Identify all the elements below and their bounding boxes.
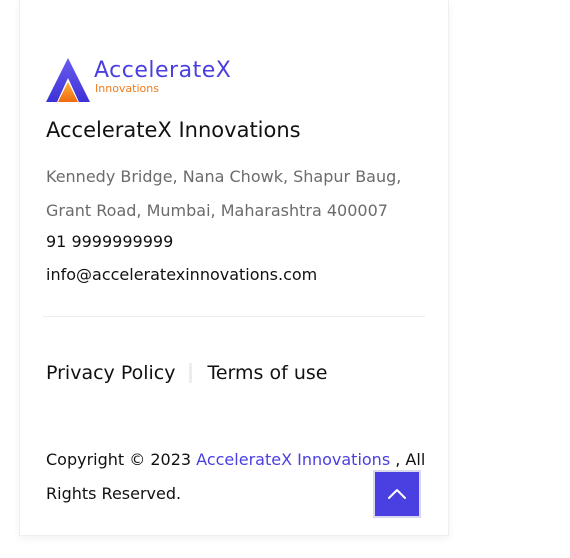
copyright-text: Copyright © 2023 AccelerateX Innovations… xyxy=(46,443,426,511)
copyright-brand-link[interactable]: AccelerateX Innovations xyxy=(196,450,390,469)
scroll-to-top-button[interactable] xyxy=(373,470,421,518)
company-name: AccelerateX Innovations xyxy=(46,118,301,142)
footer-links: Privacy Policy Terms of use xyxy=(46,362,327,384)
logo-wordmark: AccelerateX xyxy=(94,58,232,83)
footer-card: AccelerateX Innovations AccelerateX Inno… xyxy=(19,0,449,536)
logo-tagline: Innovations xyxy=(95,82,159,95)
chevron-up-icon xyxy=(388,489,406,499)
company-phone[interactable]: 91 9999999999 xyxy=(46,232,173,251)
address-line-1: Kennedy Bridge, Nana Chowk, Shapur Baug, xyxy=(46,167,402,186)
triangle-a-logo-icon xyxy=(46,58,90,102)
copyright-prefix: Copyright © 2023 xyxy=(46,450,192,469)
link-separator xyxy=(189,363,193,383)
terms-of-use-link[interactable]: Terms of use xyxy=(207,362,327,384)
company-logo[interactable]: AccelerateX Innovations xyxy=(46,56,246,106)
company-address: Kennedy Bridge, Nana Chowk, Shapur Baug,… xyxy=(46,160,426,228)
footer-divider xyxy=(43,316,425,317)
company-email[interactable]: info@acceleratexinnovations.com xyxy=(46,265,317,284)
privacy-policy-link[interactable]: Privacy Policy xyxy=(46,362,175,384)
address-line-2: Grant Road, Mumbai, Maharashtra 400007 xyxy=(46,201,388,220)
